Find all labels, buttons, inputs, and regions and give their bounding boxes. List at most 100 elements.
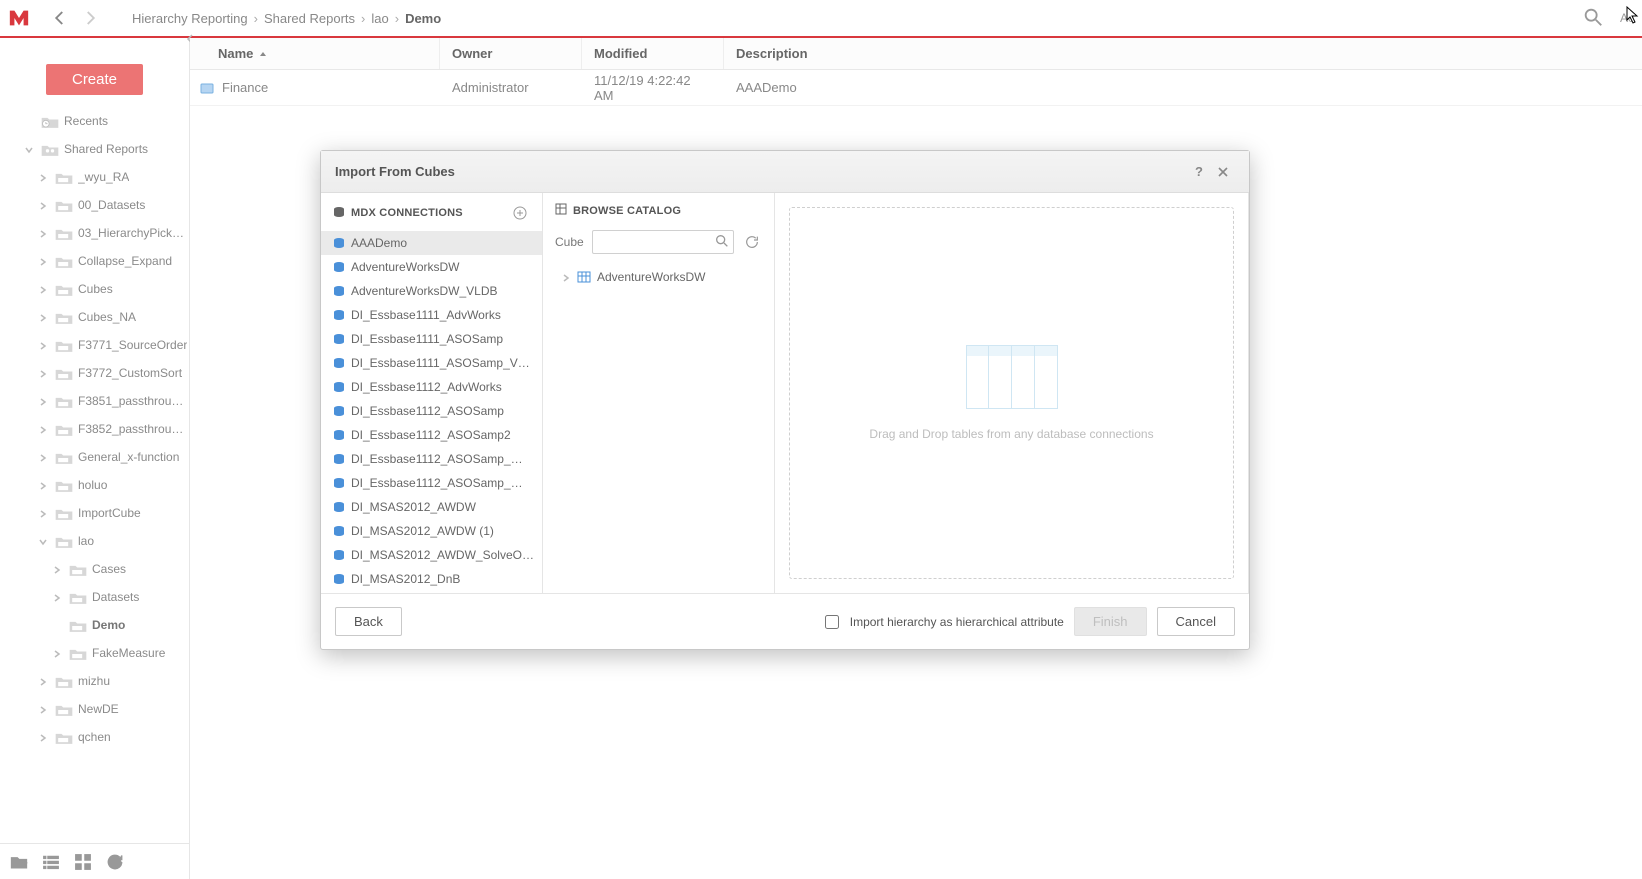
help-icon[interactable]: ? [1187,160,1211,184]
connection-row[interactable]: DI_Essbase1112_ASOSamp [321,399,542,423]
sidebar-item[interactable]: holuo [8,471,189,499]
sidebar-item[interactable]: NewDE [8,695,189,723]
sidebar-item[interactable]: Datasets [8,583,189,611]
connection-label: AdventureWorksDW [351,260,459,274]
caret-icon[interactable] [38,396,48,406]
connection-row[interactable]: DI_MSAS2012_AWDW (1) [321,519,542,543]
caret-icon[interactable] [38,704,48,714]
caret-icon[interactable] [52,648,62,658]
caret-icon[interactable] [38,340,48,350]
sidebar-item[interactable]: F3851_passthroughDE [8,387,189,415]
caret-icon[interactable] [38,676,48,686]
sidebar-item[interactable]: Cubes [8,275,189,303]
dialog-title: Import From Cubes [335,164,455,179]
caret-icon[interactable] [38,172,48,182]
column-header-description[interactable]: Description [724,38,1642,69]
sidebar-item[interactable]: Collapse_Expand [8,247,189,275]
connection-row[interactable]: AAADemo [321,231,542,255]
create-button[interactable]: Create [46,64,143,95]
nav-back-button[interactable] [46,4,74,32]
caret-icon[interactable] [38,424,48,434]
sidebar-item[interactable]: lao [8,527,189,555]
connection-row[interactable]: DI_Essbase1111_ASOSamp [321,327,542,351]
sidebar-item[interactable]: Demo [8,611,189,639]
folder-icon [68,646,86,660]
breadcrumb-segment[interactable]: Shared Reports [264,11,355,26]
new-folder-icon[interactable] [8,851,30,873]
close-icon[interactable] [1211,160,1235,184]
caret-icon[interactable] [38,508,48,518]
sidebar-item-label: General_x-function [78,450,179,464]
grid-view-icon[interactable] [72,851,94,873]
drop-zone[interactable]: Drag and Drop tables from any database c… [789,207,1234,579]
caret-icon[interactable] [52,564,62,574]
caret-icon[interactable] [38,256,48,266]
sidebar-item[interactable]: F3852_passthroughDM [8,415,189,443]
sidebar-item[interactable]: FakeMeasure [8,639,189,667]
breadcrumb-sep: › [361,11,365,26]
folder-icon [54,478,72,492]
finish-button[interactable]: Finish [1074,607,1147,636]
column-header-modified[interactable]: Modified [582,38,724,69]
refresh-icon[interactable] [104,851,126,873]
connection-row[interactable]: DI_MSAS2012_AWDW_SolveO… [321,543,542,567]
connection-row[interactable]: DI_Essbase1111_ASOSamp_V… [321,351,542,375]
breadcrumb-segment[interactable]: lao [371,11,388,26]
sidebar-item[interactable]: 03_HierarchyPickList_VI_Filt [8,219,189,247]
caret-icon[interactable] [38,200,48,210]
sidebar-item[interactable]: F3771_SourceOrder [8,331,189,359]
search-icon[interactable] [1582,6,1604,31]
sidebar-item[interactable]: F3772_CustomSort [8,359,189,387]
search-icon[interactable] [714,233,730,252]
folder-icon [54,422,72,436]
caret-icon[interactable] [38,480,48,490]
connection-row[interactable]: DI_MSAS2012_DnB [321,567,542,591]
connection-row[interactable]: DI_Essbase1112_ASOSamp2 [321,423,542,447]
caret-icon[interactable] [24,144,34,154]
sidebar-item[interactable]: Shared Reports [8,135,189,163]
hierarchical-attribute-input[interactable] [825,615,839,629]
caret-icon[interactable] [38,368,48,378]
caret-icon[interactable] [38,312,48,322]
connection-row[interactable]: DI_Essbase1111_AdvWorks [321,303,542,327]
caret-icon[interactable] [38,452,48,462]
refresh-catalog-icon[interactable] [742,232,762,252]
connection-row[interactable]: DI_Essbase1112_AdvWorks [321,375,542,399]
table-row[interactable]: Finance Administrator 11/12/19 4:22:42 A… [190,70,1642,106]
catalog-node[interactable]: AdventureWorksDW [551,266,766,288]
caret-icon[interactable] [52,592,62,602]
column-header-name[interactable]: Name [190,38,440,69]
list-view-icon[interactable] [40,851,62,873]
caret-icon[interactable] [38,732,48,742]
caret-icon[interactable] [561,272,571,282]
sidebar-item[interactable]: mizhu [8,667,189,695]
nav-forward-button[interactable] [76,4,104,32]
sidebar-item[interactable]: Cases [8,555,189,583]
caret-icon[interactable] [38,536,48,546]
hierarchical-attribute-checkbox[interactable]: Import hierarchy as hierarchical attribu… [821,612,1064,632]
back-button[interactable]: Back [335,607,402,636]
caret-icon[interactable] [38,228,48,238]
database-icon [333,501,345,513]
connection-row[interactable]: AdventureWorksDW_VLDB [321,279,542,303]
add-connection-icon[interactable] [510,203,530,223]
cube-search-input[interactable] [592,230,734,254]
sidebar-item[interactable]: General_x-function [8,443,189,471]
connection-row[interactable]: DI_MSAS2012_AWDW [321,495,542,519]
sidebar-item[interactable]: _wyu_RA [8,163,189,191]
browse-catalog-panel: BROWSE CATALOG Cube AdventureWorksDW [543,193,775,593]
connection-row[interactable]: DI_Essbase1112_ASOSamp_… [321,447,542,471]
connection-row[interactable]: DI_Essbase1112_ASOSamp_… [321,471,542,495]
breadcrumb-segment[interactable]: Hierarchy Reporting [132,11,248,26]
sidebar-item-label: mizhu [78,674,110,688]
cancel-button[interactable]: Cancel [1157,607,1235,636]
sidebar-item-label: Collapse_Expand [78,254,172,268]
sidebar-item[interactable]: Recents [8,107,189,135]
connection-row[interactable]: AdventureWorksDW [321,255,542,279]
sidebar-item[interactable]: 00_Datasets [8,191,189,219]
caret-icon[interactable] [38,284,48,294]
sidebar-item[interactable]: ImportCube [8,499,189,527]
sidebar-item[interactable]: Cubes_NA [8,303,189,331]
column-header-owner[interactable]: Owner [440,38,582,69]
sidebar-item[interactable]: qchen [8,723,189,751]
